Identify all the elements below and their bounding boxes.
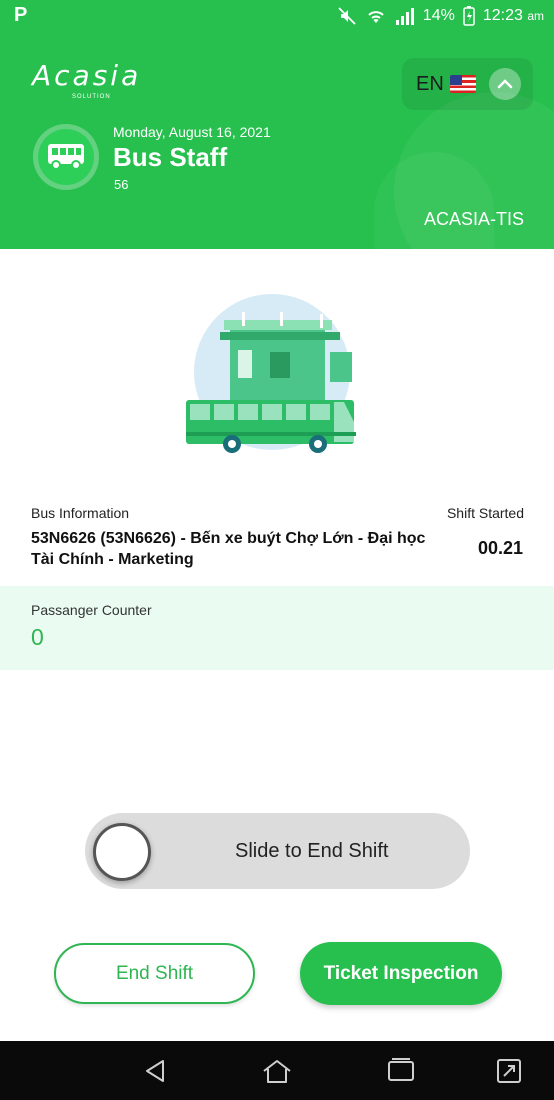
status-bar: P 14% 12:23 am [0, 0, 554, 32]
company-logo: Acasia SOLUTION [32, 59, 142, 101]
language-code: EN [416, 72, 444, 95]
app-notification-icon: P [14, 4, 28, 26]
logo-subtitle: SOLUTION [72, 94, 111, 100]
clock-time: 12:23 [482, 7, 523, 24]
battery-percent: 14% [422, 7, 455, 24]
avatar [33, 124, 99, 190]
bus-information-value: 53N6626 (53N6626) - Bến xe buýt Chợ Lớn … [31, 530, 426, 568]
logo-text: Acasia [32, 59, 142, 92]
company-code: ACASIA-TIS [423, 209, 524, 229]
screenshot-icon[interactable] [492, 1055, 526, 1087]
slider-handle[interactable] [93, 823, 151, 881]
shift-started-value: 00.21 [477, 538, 523, 558]
mute-icon [337, 6, 357, 26]
wifi-icon [365, 6, 387, 26]
user-role: Bus Staff [113, 142, 228, 172]
slider-label: Slide to End Shift [235, 840, 389, 862]
ticket-inspection-button[interactable]: Ticket Inspection [300, 942, 502, 1005]
system-navigation-bar [0, 1041, 554, 1100]
passenger-counter-panel: Passanger Counter 0 [0, 586, 554, 670]
language-selector[interactable]: EN [402, 58, 533, 110]
status-indicators: 14% 12:23 am [337, 5, 544, 27]
slide-to-end-shift[interactable]: Slide to End Shift [85, 813, 470, 889]
current-date: Monday, August 16, 2021 [113, 124, 271, 140]
end-shift-button[interactable]: End Shift [54, 943, 255, 1004]
signal-icon [395, 6, 415, 26]
bus-information-label: Bus Information [31, 505, 130, 521]
chevron-up-icon[interactable] [489, 68, 521, 100]
back-icon[interactable] [138, 1055, 172, 1087]
recent-apps-icon[interactable] [384, 1055, 418, 1087]
us-flag-icon [449, 75, 476, 93]
battery-charging-icon [463, 6, 475, 26]
header: Acasia SOLUTION EN Monday, August 16, 20… [0, 32, 554, 249]
staff-id: 56 [114, 177, 129, 192]
passenger-counter-label: Passanger Counter [31, 602, 152, 618]
home-icon[interactable] [260, 1055, 294, 1087]
bus-icon [38, 129, 94, 185]
shift-started-label: Shift Started [446, 505, 524, 521]
passenger-counter-value: 0 [31, 624, 44, 650]
clock-ampm: am [527, 9, 544, 23]
bus-station-illustration [180, 292, 380, 460]
